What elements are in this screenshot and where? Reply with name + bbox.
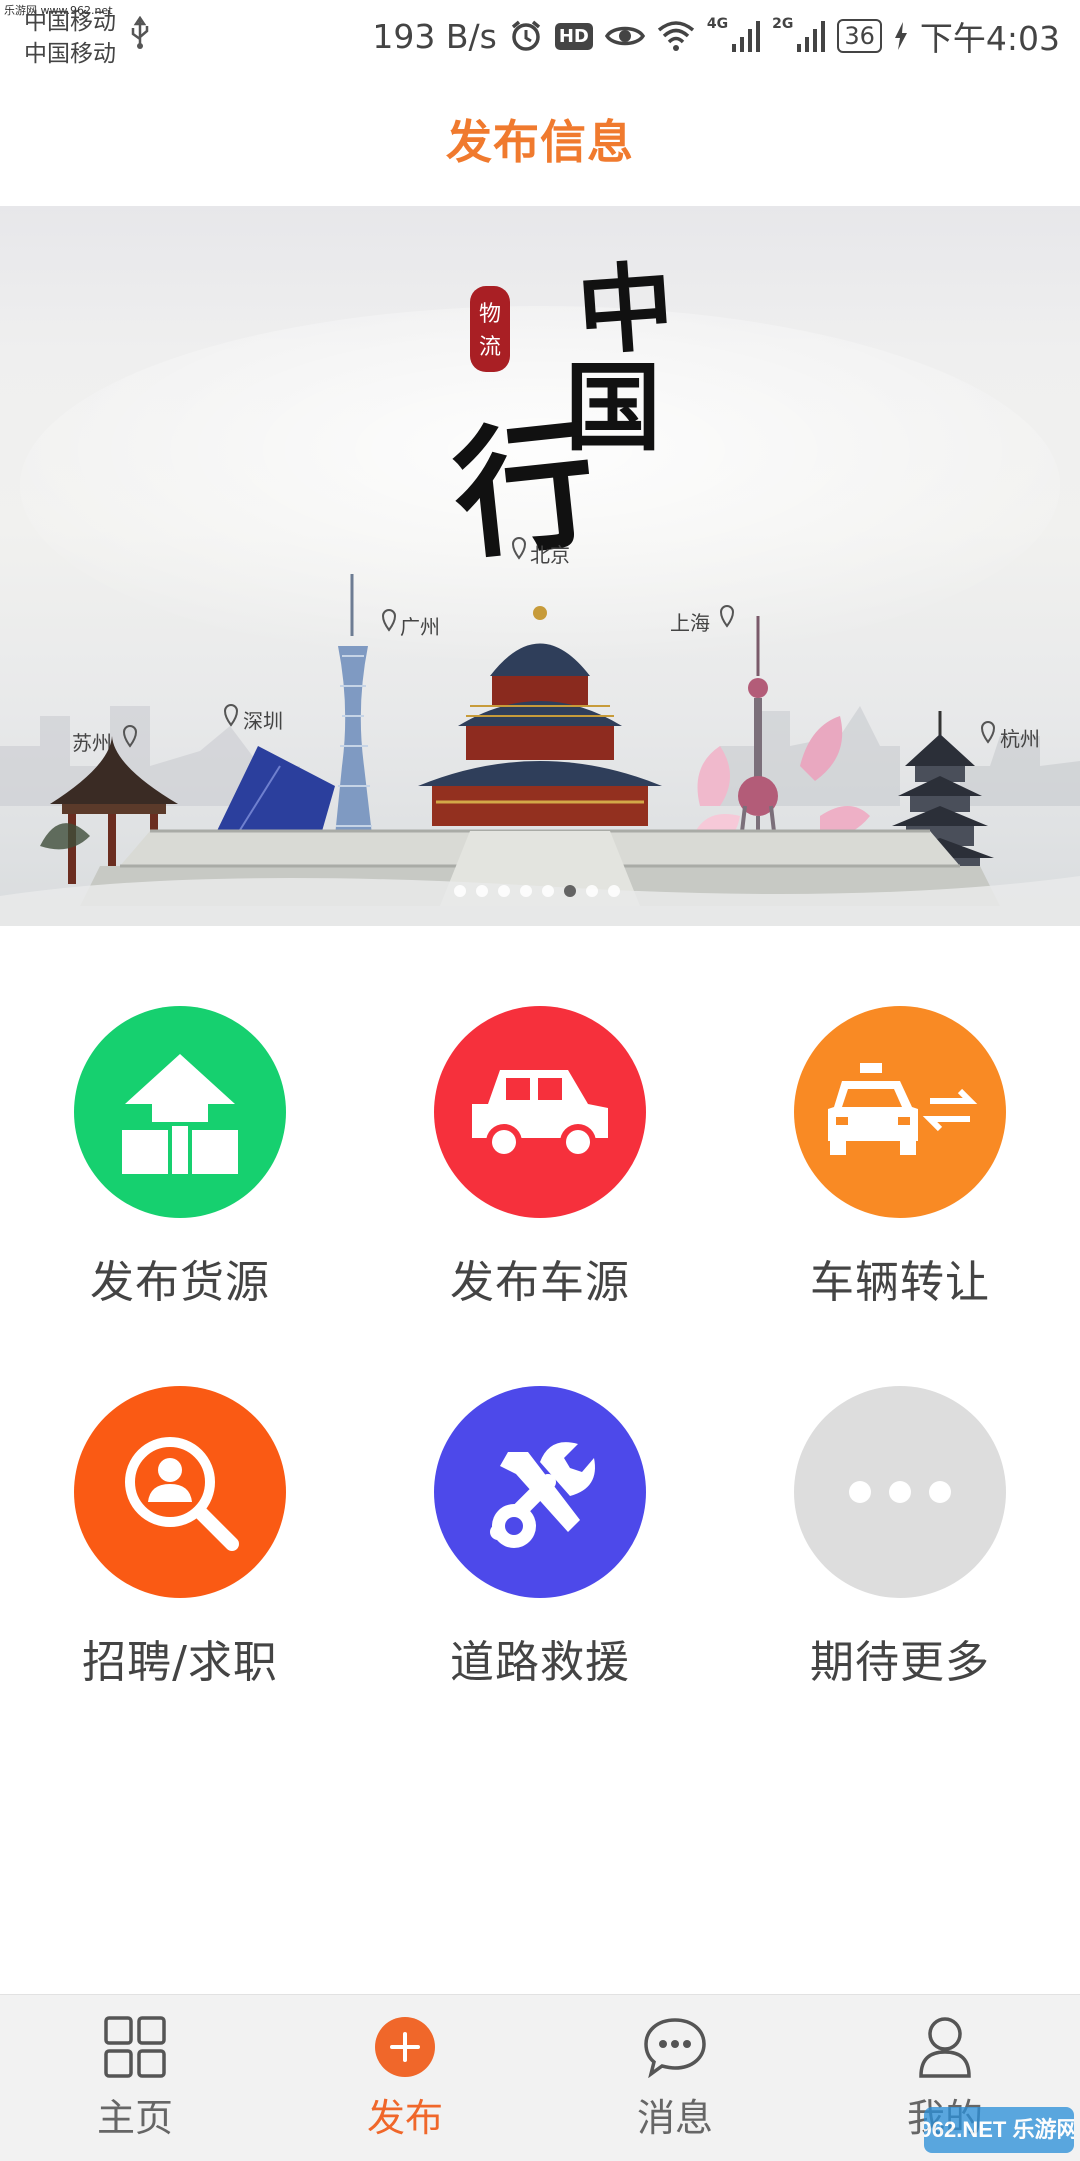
page-title: 发布信息 [446,115,634,169]
house-icon [74,1006,286,1218]
vehicle-transfer-label: 车辆转让 [810,1257,990,1308]
status-bar: 乐游网 www.962.net 中国移动 中国移动 193 B/s HD 4G … [0,0,1080,72]
banner-dot[interactable] [498,885,510,897]
tab-publish[interactable]: 发布 [270,1995,540,2161]
net-type-1: 4G [706,16,729,32]
city-pin-shenzhen: 深圳 [223,704,283,733]
city-label-hangzhou: 杭州 [1000,727,1040,751]
calligraphy-char-3: 行 [446,402,602,580]
road-rescue-button[interactable]: 道路救援 [360,1386,720,1690]
city-label-beijing: 北京 [530,543,570,567]
publish-goods-label: 发布货源 [90,1257,270,1308]
truck-icon [434,1006,646,1218]
page-header: 发布信息 [0,72,1080,206]
tab-home-label: 主页 [96,2096,173,2140]
marble-terrace [0,829,1080,926]
vehicle-transfer-button[interactable]: 车辆转让 [720,1006,1080,1310]
watermark-logo-text: 962.NET 乐游网 [924,2117,1074,2142]
signal-icon [797,20,826,52]
net-type-2: 2G [772,16,794,32]
banner-illustration: 中 国 行 物 流 北京 广州 深圳 苏州 上海 杭州 [0,250,1080,926]
recruitment-button[interactable]: 招聘/求职 [0,1386,360,1690]
banner-dot[interactable] [542,885,554,897]
battery-level: 36 [837,19,882,53]
bottom-tab-bar: 主页 发布 消息 我的 962.NET 乐游网 [0,1994,1080,2161]
site-watermark-logo: 962.NET 乐游网 [924,2107,1074,2153]
taxi-transfer-icon [794,1006,1006,1218]
wifi-icon [657,20,695,52]
seal-stamp: 物 流 [470,286,510,372]
plus-icon [373,2015,437,2079]
search-person-icon [74,1386,286,1598]
road-rescue-label: 道路救援 [450,1637,630,1688]
banner-dot[interactable] [586,885,598,897]
city-pin-hangzhou: 杭州 [980,721,1040,751]
city-label-guangzhou: 广州 [400,615,440,639]
more-coming-label: 期待更多 [810,1637,990,1688]
more-coming-button[interactable]: 期待更多 [720,1386,1080,1690]
signal-icon [732,20,761,52]
banner-dot-active[interactable] [564,885,576,897]
usb-icon [128,15,152,57]
carrier-1: 中国移动 [24,9,116,35]
city-label-shenzhen: 深圳 [243,709,283,733]
carrier-2: 中国移动 [24,41,116,67]
tab-messages-label: 消息 [636,2096,713,2140]
more-icon [794,1386,1006,1598]
charging-icon [894,22,908,50]
city-label-shanghai: 上海 [670,611,710,635]
publish-vehicle-label: 发布车源 [450,1257,630,1308]
banner-dot[interactable] [520,885,532,897]
promo-banner[interactable]: 中 国 行 物 流 北京 广州 深圳 苏州 上海 杭州 [0,206,1080,926]
tools-icon [434,1386,646,1598]
city-label-suzhou: 苏州 [72,731,112,755]
seal-char-1: 物 [479,302,501,327]
chat-icon [643,2015,707,2079]
net-speed: 193 B/s [372,16,497,56]
publish-goods-button[interactable]: 发布货源 [0,1006,360,1310]
alarm-icon [509,19,543,53]
recruitment-label: 招聘/求职 [82,1637,278,1688]
tab-publish-label: 发布 [366,2096,443,2140]
user-icon [913,2015,977,2079]
banner-dot[interactable] [608,885,620,897]
grid-icon [103,2015,167,2079]
banner-dot[interactable] [454,885,466,897]
tab-messages[interactable]: 消息 [540,1995,810,2161]
publish-vehicle-button[interactable]: 发布车源 [360,1006,720,1310]
tab-home[interactable]: 主页 [0,1995,270,2161]
clock: 下午4:03 [919,19,1060,58]
hd-icon: HD [554,22,593,50]
seal-char-2: 流 [479,335,501,360]
eye-icon [604,22,645,50]
banner-dot[interactable] [476,885,488,897]
